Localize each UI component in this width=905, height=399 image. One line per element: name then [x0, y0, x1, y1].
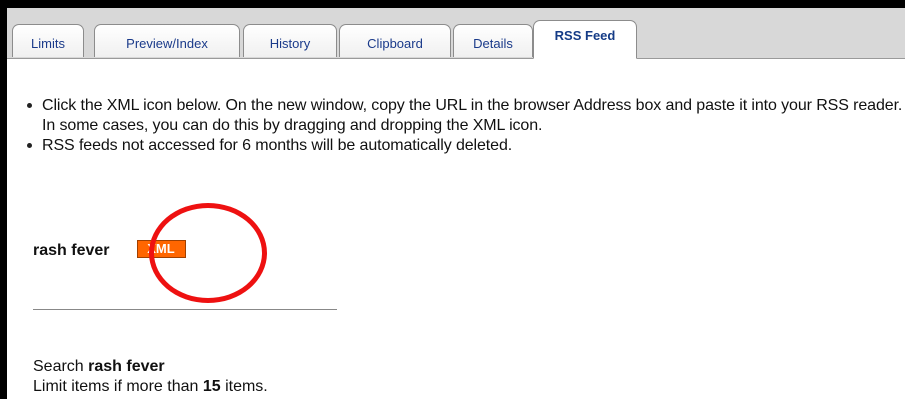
instructions-list: Click the XML icon below. On the new win…	[24, 96, 904, 156]
limit-count: 15	[202, 378, 221, 395]
tab-history[interactable]: History	[243, 24, 337, 57]
tab-preview-index[interactable]: Preview/Index	[94, 24, 240, 57]
xml-feed-button[interactable]: XML	[136, 240, 186, 258]
instruction-text: Click the XML icon below. On the new win…	[42, 97, 903, 134]
limit-prefix: Limit items if more than	[33, 378, 203, 395]
tab-bar: Limits Preview/Index History Clipboard D…	[7, 8, 905, 59]
search-term: rash fever	[88, 358, 165, 375]
rss-feed-panel: Click the XML icon below. On the new win…	[7, 59, 905, 399]
list-item: RSS feeds not accessed for 6 months will…	[24, 136, 904, 156]
window-frame: Limits Preview/Index History Clipboard D…	[0, 0, 905, 399]
bullet-icon	[27, 103, 32, 108]
instruction-text: RSS feeds not accessed for 6 months will…	[42, 137, 513, 154]
list-item: Click the XML icon below. On the new win…	[24, 96, 904, 136]
tab-rss-feed[interactable]: RSS Feed	[533, 20, 637, 59]
tab-details[interactable]: Details	[453, 24, 533, 57]
feed-name: rash fever	[33, 242, 110, 259]
tab-clipboard[interactable]: Clipboard	[339, 24, 451, 57]
search-prefix: Search	[33, 358, 89, 375]
limit-suffix: items.	[220, 378, 268, 395]
tab-limits[interactable]: Limits	[12, 24, 84, 57]
divider	[33, 309, 337, 310]
bullet-icon	[27, 143, 32, 148]
feed-row: rash fever XML	[33, 240, 186, 262]
limit-summary: Limit items if more than 15 items.	[33, 377, 268, 397]
search-summary: Search rash fever	[33, 357, 165, 377]
